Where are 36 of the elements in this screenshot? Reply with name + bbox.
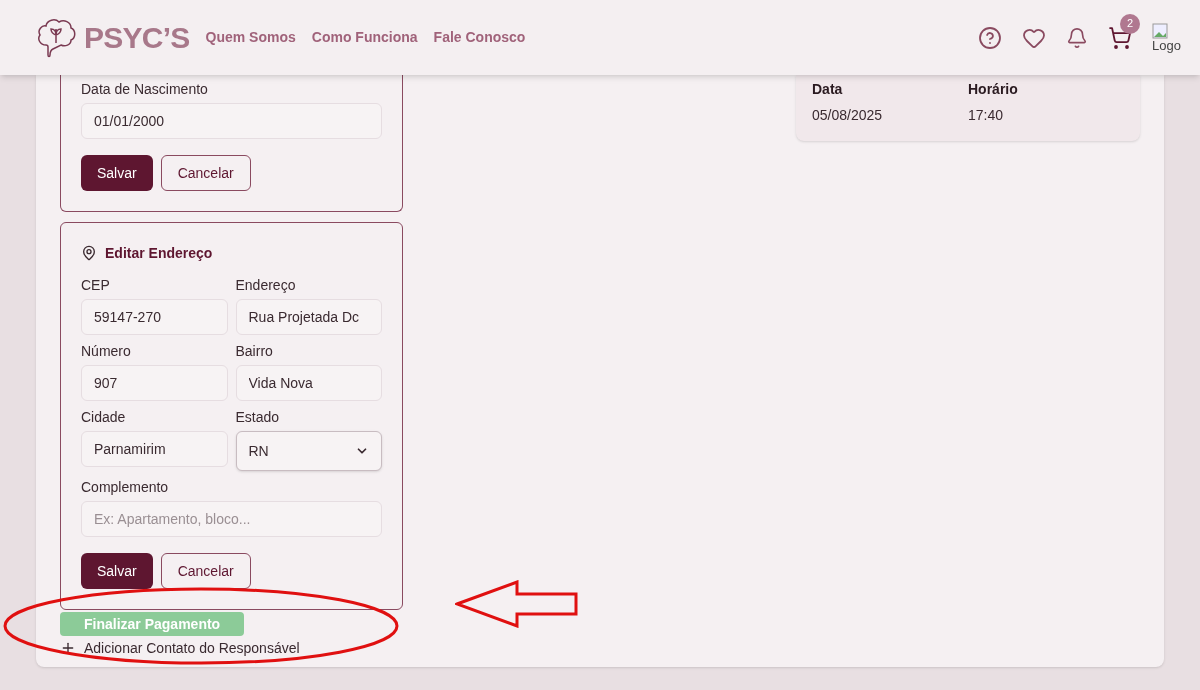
time-value: 17:40 — [968, 106, 1005, 125]
date-label: Data — [812, 80, 844, 99]
card-title: Editar Endereço — [105, 244, 213, 263]
state-dropdown[interactable]: RN — [235, 431, 382, 471]
field-label: CEP — [81, 276, 111, 295]
add-contact-button[interactable]: Adicionar Contato do Responsável — [60, 638, 300, 658]
input-field[interactable]: Rua Projetada Dc — [235, 299, 382, 335]
input-field[interactable]: Parnamirim — [81, 431, 228, 467]
time-label: Horário — [968, 80, 1019, 99]
cart-icon[interactable] — [1108, 25, 1132, 50]
nav-link[interactable]: Fale Conosco — [433, 27, 526, 48]
brand-name: PSYC’S — [84, 20, 190, 56]
field-label: Número — [81, 342, 132, 361]
cancel-button[interactable]: Cancelar — [160, 155, 251, 191]
field-label: Data de Nascimento — [81, 80, 209, 99]
logo-alt-text: Logo — [1152, 39, 1181, 52]
complement-field[interactable]: Ex: Apartamento, bloco... — [81, 501, 382, 537]
broken-image-icon — [1152, 23, 1168, 39]
help-icon[interactable] — [978, 25, 1002, 50]
nav-link[interactable]: Quem Somos — [205, 27, 296, 48]
save-button[interactable]: Salvar — [81, 553, 153, 589]
field-label: Endereço — [235, 276, 297, 295]
input-field[interactable]: 59147-270 — [81, 299, 228, 335]
field-label: Bairro — [235, 342, 274, 361]
cart-count-badge: 2 — [1120, 13, 1140, 34]
field-label: Complemento — [81, 478, 170, 497]
notification-bell-icon[interactable] — [1066, 26, 1088, 49]
save-button[interactable]: Salvar — [81, 155, 153, 191]
nav-link[interactable]: Como Funciona — [311, 27, 418, 48]
field-label: Cidade — [81, 408, 127, 427]
date-value: 05/08/2025 — [812, 106, 884, 125]
location-pin-icon — [81, 245, 97, 261]
birth-date-field[interactable]: 01/01/2000 — [81, 103, 382, 139]
input-field[interactable]: Vida Nova — [235, 365, 382, 401]
input-field[interactable]: 907 — [81, 365, 228, 401]
field-label: Estado — [235, 408, 281, 427]
